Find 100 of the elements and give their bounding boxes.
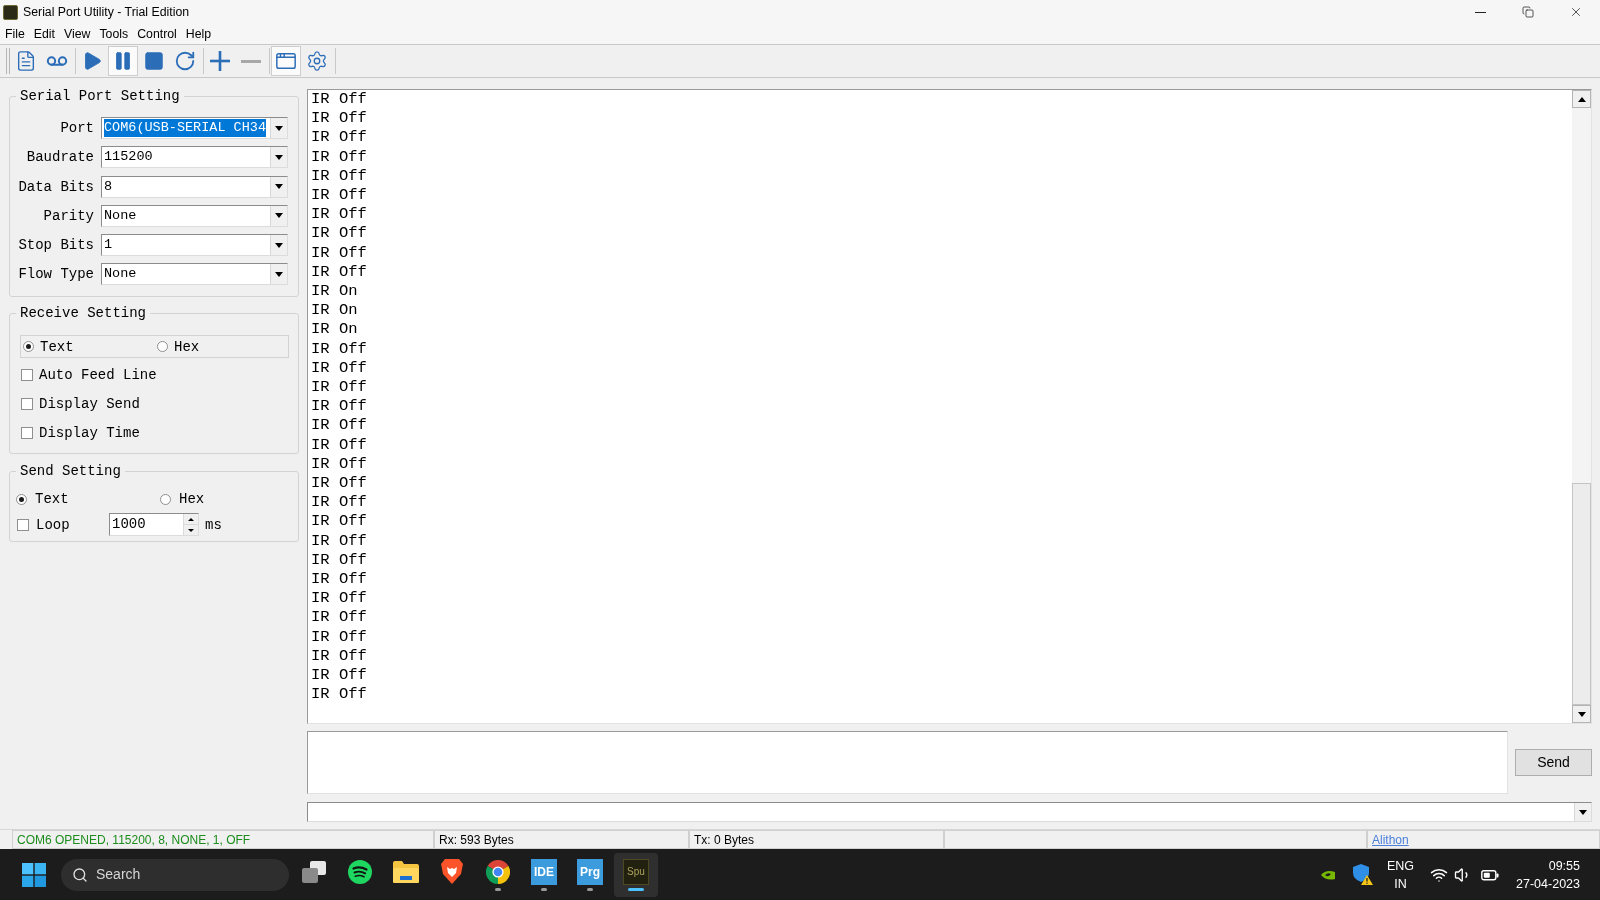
dropdown-button[interactable] xyxy=(270,235,287,256)
grid-logo-icon xyxy=(22,862,46,887)
option-label: Display Send xyxy=(39,395,140,414)
caret-down-icon xyxy=(188,529,194,532)
log-line: IR Off xyxy=(311,205,367,225)
caret-down-icon xyxy=(275,242,283,248)
field-label: Data Bits xyxy=(18,177,94,197)
log-line: IR Off xyxy=(311,685,367,705)
language-indicator[interactable]: ENG IN xyxy=(1386,856,1415,893)
dropdown-button[interactable] xyxy=(1574,803,1591,821)
checkbox[interactable] xyxy=(21,369,33,382)
search-input[interactable]: Search xyxy=(96,864,246,885)
option-label: Auto Feed Line xyxy=(39,366,157,385)
vertical-scrollbar[interactable] xyxy=(1572,90,1591,723)
scrollbar-thumb[interactable] xyxy=(1572,483,1591,705)
byte-counter: Rx: 593 Bytes xyxy=(434,830,689,849)
radio-button[interactable] xyxy=(157,341,168,353)
spin-up-button[interactable] xyxy=(184,514,198,526)
dropdown[interactable]: 8 xyxy=(101,175,288,198)
lion-logo-icon xyxy=(441,859,463,884)
log-line: IR Off xyxy=(311,570,367,590)
search-icon xyxy=(72,866,88,883)
interval-spinbox[interactable]: 1000 xyxy=(109,513,199,537)
checkbox[interactable] xyxy=(21,427,33,440)
folder-icon xyxy=(393,860,419,883)
option-label: Display Time xyxy=(39,424,140,443)
field-label: Port xyxy=(59,119,94,138)
dropdown[interactable]: 115200 xyxy=(101,146,288,169)
menu-item[interactable]: Control xyxy=(137,25,177,43)
log-line: IR Off xyxy=(311,358,367,379)
caret-up-icon xyxy=(1577,96,1586,102)
dropdown-button[interactable] xyxy=(270,147,287,168)
dropdown[interactable]: None xyxy=(101,263,288,286)
caret-down-icon xyxy=(1579,809,1587,815)
field-label: Stop Bits xyxy=(18,236,94,256)
checkbox[interactable] xyxy=(21,398,33,411)
field-label: Flow Type xyxy=(18,265,94,285)
taskbar-app-button[interactable]: Spu xyxy=(614,852,658,897)
option-label: Text xyxy=(40,338,74,356)
search-bar[interactable]: Search xyxy=(61,858,289,891)
send-button[interactable]: Send xyxy=(1515,749,1592,776)
menu-item[interactable]: Edit xyxy=(33,25,56,43)
byte-counter: Tx: 0 Bytes xyxy=(689,830,944,849)
eye-logo-icon xyxy=(1320,869,1335,880)
toolbar-grip xyxy=(6,48,10,74)
dropdown-button[interactable] xyxy=(270,118,287,138)
log-line: IR Off xyxy=(311,147,367,167)
scroll-up-button[interactable] xyxy=(1572,90,1591,108)
log-line: IR Off xyxy=(311,474,367,494)
log-line: IR Off xyxy=(311,589,367,609)
caret-down-icon xyxy=(275,125,283,131)
log-line: IR Off xyxy=(311,378,367,398)
log-line: IR Off xyxy=(311,128,367,148)
battery-icon xyxy=(1481,867,1500,882)
log-line: IR On xyxy=(311,301,358,321)
menu-item[interactable]: Help xyxy=(185,25,212,43)
caret-down-icon xyxy=(275,272,283,277)
group-title: Receive Setting xyxy=(19,305,148,323)
log-line: IR Off xyxy=(311,435,367,455)
scroll-down-button[interactable] xyxy=(1572,705,1591,723)
menu-item[interactable]: View xyxy=(64,25,91,43)
log-line: IR Off xyxy=(311,627,367,647)
dropdown-button[interactable] xyxy=(270,205,287,226)
radio-button[interactable] xyxy=(160,494,171,505)
log-line: IR On xyxy=(311,282,358,302)
log-line: IR Off xyxy=(311,262,367,283)
restore-icon xyxy=(1522,6,1534,18)
clock[interactable]: 09:55 27-04-2023 xyxy=(1516,856,1580,893)
field-label: Baudrate xyxy=(25,148,94,168)
circle-arcs-icon xyxy=(348,859,372,884)
caret-down-icon xyxy=(275,184,283,190)
caret-down-icon xyxy=(275,154,283,160)
link[interactable]: Alithon xyxy=(1372,830,1409,849)
menu-item[interactable]: Tools xyxy=(99,25,129,43)
stacked-windows-icon xyxy=(302,860,326,883)
dropdown[interactable]: None xyxy=(101,204,288,227)
log-line: IR Off xyxy=(311,646,367,667)
log-line: IR Off xyxy=(311,166,367,186)
log-line: IR Off xyxy=(311,224,367,244)
log-line: IR Off xyxy=(311,512,367,532)
group-title: Send Setting xyxy=(19,463,122,481)
radio-button[interactable] xyxy=(16,494,27,505)
radio-button[interactable] xyxy=(23,341,34,353)
caret-up-icon xyxy=(188,518,194,521)
dropdown[interactable]: COM6(USB-SERIAL CH34 xyxy=(101,117,288,139)
dropdown-button[interactable] xyxy=(270,264,287,285)
option-label: Text xyxy=(35,490,69,509)
dropdown[interactable]: 1 xyxy=(101,234,288,257)
log-line: IR Off xyxy=(311,243,367,263)
checkbox[interactable] xyxy=(17,519,29,531)
spin-down-button[interactable] xyxy=(184,525,198,536)
segmented-circle-icon xyxy=(486,859,510,884)
log-line: IR Off xyxy=(311,397,367,417)
menu-item[interactable]: File xyxy=(5,25,25,43)
log-line: IR Off xyxy=(311,186,367,206)
log-line: IR Off xyxy=(311,550,367,571)
log-line: IR Off xyxy=(311,531,367,551)
dropdown-button[interactable] xyxy=(270,176,287,197)
field-label: Parity xyxy=(42,206,94,226)
shield-warning-icon xyxy=(1352,864,1373,885)
